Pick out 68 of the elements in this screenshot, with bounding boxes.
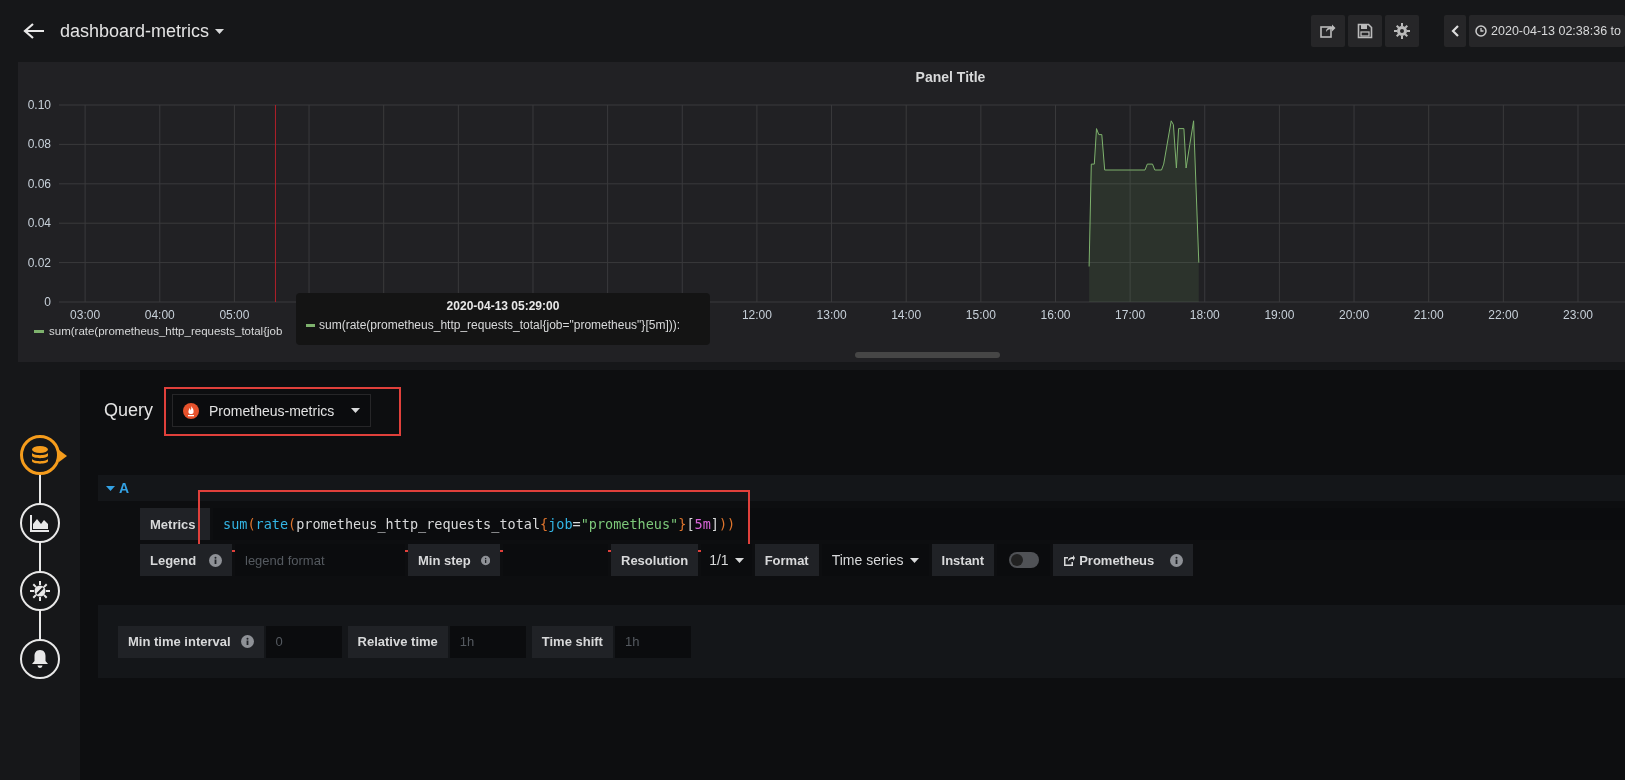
- legend-label[interactable]: sum(rate(prometheus_http_requests_total{job: [49, 325, 283, 337]
- tooltip-time: 2020-04-13 05:29:00: [446, 299, 560, 313]
- field-label: Min time interval: [128, 634, 231, 649]
- option-input[interactable]: 1h: [614, 625, 691, 658]
- panel-title: Panel Title: [914, 68, 987, 87]
- flame-icon: [183, 402, 200, 419]
- y-axis-label: 0.08: [27, 137, 51, 152]
- y-axis-label: 0.04: [27, 216, 51, 231]
- x-axis-label: 17:00: [1115, 308, 1146, 322]
- option-input[interactable]: 1h: [449, 625, 526, 658]
- info-icon: [209, 553, 222, 567]
- datasource-picker[interactable]: Prometheus-metrics: [172, 394, 372, 427]
- field-label: Legend: [150, 552, 197, 568]
- x-axis-label: 12:00: [741, 308, 772, 322]
- caret-down-icon: [215, 28, 225, 34]
- save-button[interactable]: [1348, 15, 1383, 47]
- save-icon: [1357, 23, 1374, 39]
- caret-down-icon: [351, 408, 361, 413]
- chevron-left-icon: [1451, 25, 1460, 37]
- x-axis-label: 20:00: [1339, 308, 1370, 322]
- settings-button[interactable]: [1385, 15, 1420, 47]
- y-axis-label: 0: [44, 295, 51, 309]
- share-icon: [1320, 23, 1337, 39]
- option-input[interactable]: 0: [265, 625, 342, 658]
- x-axis-label: 15:00: [965, 308, 996, 322]
- previous-range-button[interactable]: [1444, 15, 1467, 47]
- field-label: Time shift: [541, 634, 603, 649]
- caret-down-icon: [734, 557, 744, 563]
- time-range-button[interactable]: 2020-04-13 02:38:36 to: [1469, 15, 1625, 47]
- pointer-icon: [59, 450, 67, 462]
- dashboard-title[interactable]: dashboard-metrics: [60, 20, 210, 42]
- bell-icon: [31, 649, 49, 669]
- x-axis-label: 19:00: [1264, 308, 1295, 322]
- field-label: Relative time: [357, 634, 438, 649]
- metrics-menu[interactable]: Metrics: [140, 508, 210, 540]
- x-axis-label: 18:00: [1189, 308, 1220, 322]
- clock-icon: [1475, 25, 1488, 37]
- field-label: Format: [754, 544, 819, 576]
- tooltip-series: sum(rate(prometheus_http_requests_total{job="prometheus"}[5m])):: [319, 318, 681, 332]
- x-axis-label: 13:00: [816, 308, 847, 322]
- area-chart-icon: [30, 514, 50, 532]
- x-axis-label: 05:00: [219, 308, 250, 322]
- field-label: Instant: [931, 544, 995, 576]
- legend-line-icon: [34, 329, 44, 333]
- info-icon: [1170, 553, 1184, 567]
- x-axis-label: 23:00: [1562, 308, 1593, 322]
- settings-icon: [1394, 23, 1411, 39]
- y-axis-label: 0.10: [27, 98, 51, 112]
- x-axis-label: 14:00: [891, 308, 922, 322]
- x-axis-label: 22:00: [1488, 308, 1519, 322]
- share-button[interactable]: [1311, 15, 1346, 47]
- x-axis-label: 04:00: [144, 308, 175, 322]
- y-axis-label: 0.02: [27, 255, 51, 270]
- database-icon: [30, 445, 50, 465]
- external-link-icon: [1063, 554, 1076, 566]
- field-label: Min step: [418, 552, 471, 568]
- info-icon: [480, 553, 490, 567]
- instant-switch[interactable]: [1008, 552, 1039, 568]
- field-label: Resolution: [611, 544, 699, 576]
- scrollbar[interactable]: [855, 352, 1000, 358]
- query-heading: Query: [104, 400, 154, 421]
- x-axis-label: 03:00: [70, 308, 101, 322]
- x-axis-label: 16:00: [1040, 308, 1071, 322]
- x-axis-label: 21:00: [1413, 308, 1444, 322]
- y-axis-label: 0.06: [27, 176, 51, 191]
- query-ref-toggle[interactable]: A: [119, 480, 130, 496]
- caret-down-icon: [909, 557, 919, 563]
- back-arrow-icon: [23, 22, 45, 40]
